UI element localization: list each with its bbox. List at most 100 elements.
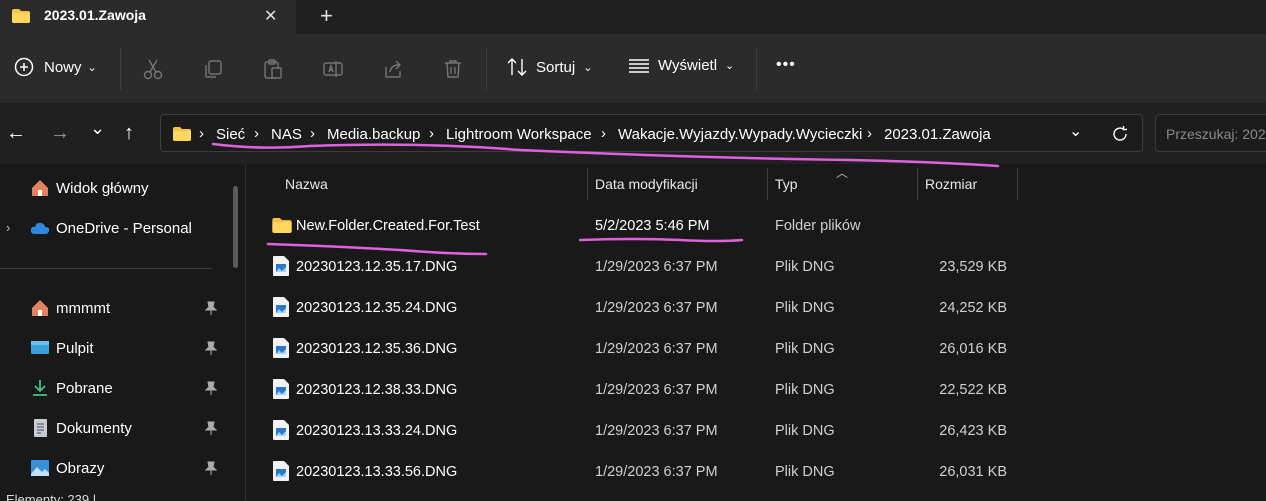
sidebar-scrollbar[interactable] — [233, 186, 238, 268]
sidebar-divider — [0, 268, 212, 269]
forward-button[interactable]: → — [50, 122, 70, 145]
file-list: Nazwa Data modyfikacji Typ ︿ Rozmiar New… — [246, 164, 1266, 501]
breadcrumb-item[interactable]: 2023.01.Zawoja — [884, 126, 991, 143]
column-header-modified[interactable]: Data modyfikacji — [595, 176, 698, 192]
column-header-name[interactable]: Nazwa — [285, 176, 328, 192]
toolbar-divider — [120, 48, 121, 90]
chevron-right-icon: › — [601, 125, 606, 142]
file-type: Plik DNG — [775, 464, 835, 480]
file-modified: 1/29/2023 6:37 PM — [595, 464, 718, 480]
sidebar-item-label: mmmmt — [56, 300, 111, 317]
search-placeholder: Przeszukaj: 2023 — [1166, 126, 1266, 142]
chevron-right-icon[interactable]: › — [6, 220, 10, 235]
download-icon — [33, 380, 47, 396]
sidebar-item-label: Pobrane — [56, 380, 113, 397]
trash-icon[interactable] — [442, 58, 464, 80]
pin-icon[interactable] — [205, 301, 217, 315]
breadcrumb-item[interactable]: Media.backup — [327, 126, 420, 143]
file-type: Folder plików — [775, 218, 861, 234]
file-name: 20230123.13.33.56.DNG — [296, 464, 458, 480]
file-name: New.Folder.Created.For.Test — [296, 218, 480, 234]
document-icon — [34, 419, 47, 437]
sidebar-item-desktop[interactable]: Pulpit — [0, 332, 230, 364]
column-divider[interactable] — [917, 168, 918, 200]
sidebar-item-home[interactable]: Widok główny — [0, 172, 230, 204]
sidebar-item-onedrive[interactable]: › OneDrive - Personal — [0, 212, 230, 244]
sort-icon — [507, 58, 527, 76]
column-divider[interactable] — [767, 168, 768, 200]
file-type: Plik DNG — [775, 341, 835, 357]
pin-icon[interactable] — [205, 381, 217, 395]
image-file-icon — [273, 461, 289, 481]
up-button[interactable]: ↑ — [124, 122, 134, 145]
toolbar-divider — [756, 48, 757, 90]
column-header-type[interactable]: Typ — [775, 176, 798, 192]
file-size: 22,522 KB — [939, 382, 1007, 398]
view-button[interactable]: Wyświetl ⌄ — [628, 57, 734, 74]
sidebar-item-label: OneDrive - Personal — [56, 220, 192, 237]
image-file-icon — [273, 338, 289, 358]
paste-icon[interactable] — [262, 58, 284, 80]
file-size: 24,252 KB — [939, 300, 1007, 316]
image-file-icon — [273, 256, 289, 276]
file-size: 26,423 KB — [939, 423, 1007, 439]
column-divider[interactable] — [1017, 168, 1018, 200]
breadcrumb-item[interactable]: NAS — [271, 126, 302, 143]
file-modified: 1/29/2023 6:37 PM — [595, 341, 718, 357]
share-icon[interactable] — [382, 58, 404, 80]
file-row[interactable]: 20230123.12.35.17.DNG 1/29/2023 6:37 PM … — [246, 247, 1266, 287]
view-button-label: Wyświetl — [658, 57, 718, 74]
status-item-count: Elementy: 239 | — [6, 492, 97, 501]
file-name: 20230123.13.33.24.DNG — [296, 423, 458, 439]
file-name: 20230123.12.38.33.DNG — [296, 382, 458, 398]
file-size: 26,016 KB — [939, 341, 1007, 357]
file-type: Plik DNG — [775, 382, 835, 398]
cut-icon[interactable] — [142, 58, 164, 80]
chevron-right-icon: › — [254, 125, 259, 142]
refresh-icon[interactable] — [1111, 125, 1129, 143]
view-list-icon — [629, 58, 649, 73]
image-file-icon — [273, 420, 289, 440]
chevron-down-icon: ⌄ — [583, 61, 593, 74]
file-row[interactable]: New.Folder.Created.For.Test 5/2/2023 5:4… — [246, 206, 1266, 246]
sidebar-item-pictures[interactable]: Obrazy — [0, 452, 230, 484]
new-button[interactable]: Nowy ⌄ — [14, 57, 97, 77]
file-row[interactable]: 20230123.13.33.24.DNG 1/29/2023 6:37 PM … — [246, 411, 1266, 451]
folder-icon — [12, 9, 30, 23]
breadcrumb-item[interactable]: Wakacje.Wyjazdy.Wypady.Wycieczki — [618, 126, 862, 143]
sidebar-item-downloads[interactable]: Pobrane — [0, 372, 230, 404]
file-row[interactable]: 20230123.13.33.56.DNG 1/29/2023 6:37 PM … — [246, 452, 1266, 492]
recent-locations-button[interactable]: ⌄ — [90, 118, 105, 139]
pin-icon[interactable] — [205, 341, 217, 355]
sidebar-item-label: Widok główny — [56, 180, 149, 197]
sort-button[interactable]: Sortuj ⌄ — [506, 57, 592, 77]
sidebar-item-documents[interactable]: Dokumenty — [0, 412, 230, 444]
address-bar[interactable]: › Sieć › NAS › Media.backup › Lightroom … — [160, 114, 1143, 152]
tab-active[interactable]: 2023.01.Zawoja ✕ — [0, 0, 296, 34]
sidebar-item-mmmmt[interactable]: mmmmt — [0, 292, 230, 324]
back-button[interactable]: ← — [6, 122, 26, 145]
file-size: 23,529 KB — [939, 259, 1007, 275]
column-header-size[interactable]: Rozmiar — [925, 176, 977, 192]
file-row[interactable]: 20230123.12.35.36.DNG 1/29/2023 6:37 PM … — [246, 329, 1266, 369]
new-button-label: Nowy — [44, 58, 82, 76]
column-divider[interactable] — [587, 168, 588, 200]
new-tab-button[interactable]: + — [320, 3, 333, 29]
close-tab-icon[interactable]: ✕ — [264, 6, 277, 26]
breadcrumb-item[interactable]: Lightroom Workspace — [446, 126, 592, 143]
file-row[interactable]: 20230123.12.35.24.DNG 1/29/2023 6:37 PM … — [246, 288, 1266, 328]
toolbar-divider — [486, 48, 487, 90]
status-bar: Elementy: 239 | — [0, 490, 400, 501]
search-input[interactable]: Przeszukaj: 2023 — [1155, 114, 1266, 152]
navigation-pane: Widok główny › OneDrive - Personal mmmmt… — [0, 164, 245, 501]
image-file-icon — [273, 379, 289, 399]
chevron-down-icon[interactable]: ⌄ — [1069, 121, 1082, 141]
more-options-button[interactable]: ••• — [776, 56, 796, 74]
breadcrumb-item[interactable]: Sieć — [216, 126, 245, 143]
pin-icon[interactable] — [205, 461, 217, 475]
chevron-right-icon: › — [429, 125, 434, 142]
copy-icon[interactable] — [202, 58, 224, 80]
pin-icon[interactable] — [205, 421, 217, 435]
file-row[interactable]: 20230123.12.38.33.DNG 1/29/2023 6:37 PM … — [246, 370, 1266, 410]
rename-icon[interactable] — [322, 58, 344, 80]
